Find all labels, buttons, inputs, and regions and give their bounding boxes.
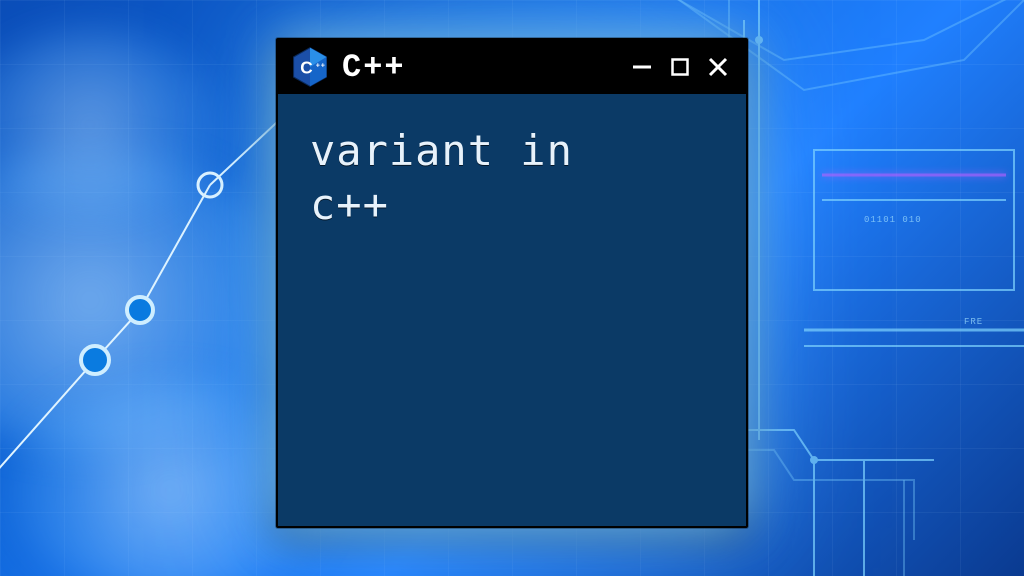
terminal-window: C + + C++ variant in c++ <box>276 38 748 528</box>
minimize-button[interactable] <box>628 53 656 81</box>
svg-text:01101 010: 01101 010 <box>864 215 922 225</box>
content-line-2: c++ <box>310 178 714 232</box>
maximize-button[interactable] <box>666 53 694 81</box>
cpp-logo-icon: C + + <box>292 47 328 87</box>
svg-text:C: C <box>300 57 312 77</box>
bg-text-scrap: FRE <box>964 317 983 327</box>
close-button[interactable] <box>704 53 732 81</box>
window-content: variant in c++ <box>278 94 746 526</box>
window-controls <box>628 53 732 81</box>
svg-text:+: + <box>321 62 325 70</box>
content-line-1: variant in <box>310 124 714 178</box>
svg-text:+: + <box>316 62 320 70</box>
window-title: C++ <box>342 49 614 86</box>
bg-graph <box>0 100 320 500</box>
window-titlebar[interactable]: C + + C++ <box>278 40 746 94</box>
